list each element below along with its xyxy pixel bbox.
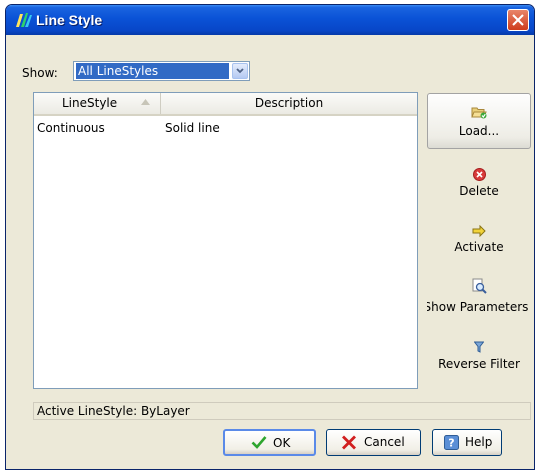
reverse-filter-button[interactable]: Reverse Filter xyxy=(427,341,531,377)
cancel-button[interactable]: Cancel xyxy=(326,429,421,456)
help-icon: ? xyxy=(444,435,459,450)
help-button-label: Help xyxy=(465,435,493,449)
status-bar: Active LineStyle: ByLayer xyxy=(33,402,531,420)
show-filter-select[interactable]: All LineStyles xyxy=(73,61,250,81)
show-label: Show: xyxy=(22,66,58,80)
load-button-label: Load... xyxy=(458,124,500,138)
show-filter-value: All LineStyles xyxy=(76,63,229,79)
show-parameters-button-label: Show Parameters xyxy=(427,300,529,314)
list-item-linestyle: Continuous xyxy=(37,121,105,135)
cancel-button-label: Cancel xyxy=(364,435,405,449)
sort-ascending-icon xyxy=(141,99,150,105)
window-title: Line Style xyxy=(36,12,103,28)
close-icon xyxy=(512,14,524,26)
delete-button[interactable]: Delete xyxy=(427,168,531,204)
activate-button-label: Activate xyxy=(454,240,504,254)
close-button[interactable] xyxy=(507,9,529,31)
delete-button-label: Delete xyxy=(459,184,499,198)
cancel-x-icon xyxy=(342,435,356,450)
line-style-app-icon xyxy=(16,13,32,27)
folder-open-icon xyxy=(471,107,487,119)
column-header-description[interactable]: Description xyxy=(161,93,417,114)
title-bar[interactable]: Line Style xyxy=(6,5,534,35)
help-button[interactable]: ? Help xyxy=(432,429,502,456)
filter-icon xyxy=(474,341,484,353)
ok-button-label: OK xyxy=(273,436,291,450)
list-item[interactable]: Continuous Solid line xyxy=(34,119,417,137)
line-style-dialog: Line Style Show: All LineStyles LineStyl… xyxy=(5,4,535,470)
chevron-down-icon xyxy=(236,68,244,74)
ok-button[interactable]: OK xyxy=(223,429,316,456)
delete-icon xyxy=(472,168,486,181)
list-item-description: Solid line xyxy=(165,121,220,135)
linestyle-list[interactable]: LineStyle Description Continuous Solid l… xyxy=(33,92,418,389)
show-filter-dropdown-button[interactable] xyxy=(232,63,248,79)
column-header-linestyle-label: LineStyle xyxy=(62,96,118,110)
list-header: LineStyle Description xyxy=(34,93,417,116)
magnifier-page-icon xyxy=(472,278,487,294)
load-button[interactable]: Load... xyxy=(427,93,531,149)
arrow-right-icon xyxy=(472,225,486,237)
reverse-filter-button-label: Reverse Filter xyxy=(438,357,520,371)
checkmark-icon xyxy=(251,436,267,449)
activate-button[interactable]: Activate xyxy=(427,225,531,261)
column-header-linestyle[interactable]: LineStyle xyxy=(34,93,161,114)
svg-text:?: ? xyxy=(448,437,454,450)
show-parameters-button[interactable]: Show Parameters xyxy=(427,278,531,318)
